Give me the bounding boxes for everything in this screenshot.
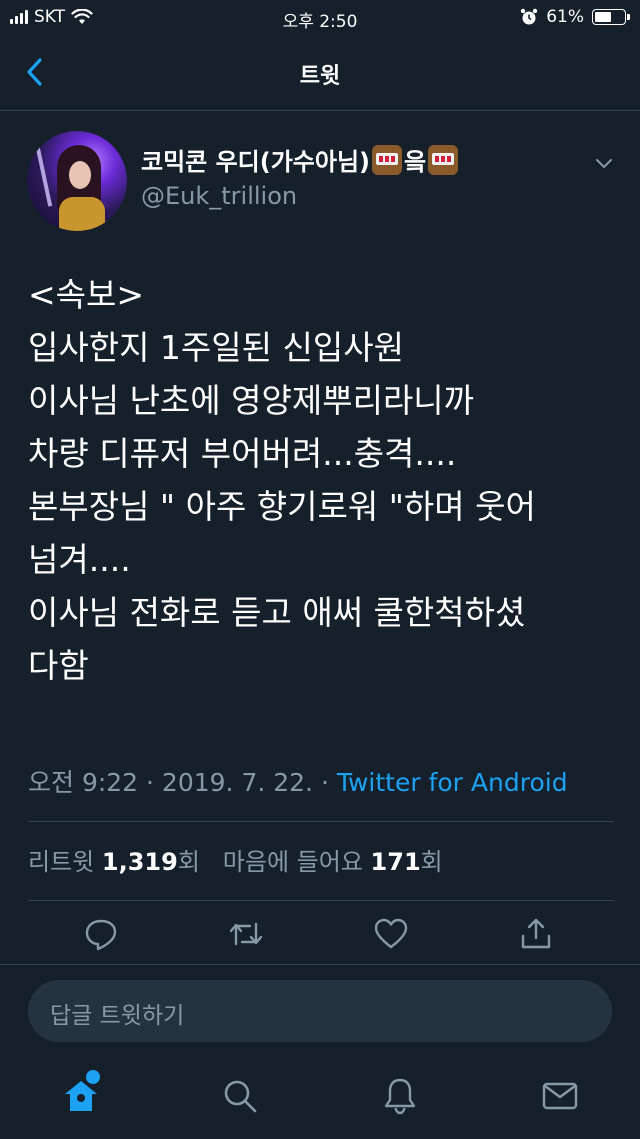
status-right: 61% bbox=[520, 7, 630, 27]
status-left: SKT bbox=[10, 7, 93, 27]
like-icon[interactable] bbox=[373, 916, 409, 952]
retweets-unit: 회 bbox=[177, 848, 200, 876]
likes-unit: 회 bbox=[420, 848, 443, 876]
page-title: 트윗 bbox=[299, 64, 341, 89]
nav-bar: 트윗 bbox=[0, 36, 640, 111]
messages-icon[interactable] bbox=[540, 1076, 580, 1116]
slot-machine-emoji-icon bbox=[428, 144, 459, 175]
author-name-text: 코믹콘 우디(가수아님) bbox=[141, 148, 371, 176]
divider bbox=[28, 900, 614, 901]
tweet-line: 입사한지 1주일된 신입사원 bbox=[28, 328, 404, 367]
tweet-meta: 오전 9:22 · 2019. 7. 22. · Twitter for And… bbox=[28, 763, 568, 799]
tweet-actions bbox=[0, 910, 640, 960]
search-icon[interactable] bbox=[220, 1076, 260, 1116]
likes-count: 171 bbox=[370, 848, 421, 876]
carrier-label: SKT bbox=[34, 7, 66, 27]
avatar[interactable] bbox=[27, 131, 127, 231]
battery-icon bbox=[592, 9, 630, 25]
retweet-icon[interactable] bbox=[228, 916, 264, 952]
retweets-stat[interactable]: 리트윗 1,319회 bbox=[28, 848, 200, 876]
share-icon[interactable] bbox=[518, 916, 554, 952]
author-name-suffix: 읔 bbox=[404, 148, 427, 176]
retweets-count: 1,319 bbox=[101, 848, 178, 876]
tweet-text: <속보> 입사한지 1주일된 신입사원 이사님 난초에 영양제뿌리라니까 차량 … bbox=[28, 268, 618, 692]
tweet-line: <속보> bbox=[28, 275, 145, 314]
tweet-line: 다함 bbox=[28, 646, 89, 685]
slot-machine-emoji-icon bbox=[372, 144, 403, 175]
likes-label: 마음에 들어요 bbox=[222, 848, 363, 876]
battery-percent: 61% bbox=[546, 7, 584, 27]
divider bbox=[28, 821, 614, 822]
author-handle[interactable]: @Euk_trillion bbox=[141, 182, 297, 210]
tweet-source-link[interactable]: Twitter for Android bbox=[337, 768, 568, 797]
alarm-icon bbox=[521, 8, 538, 25]
tweet-timestamp: 오전 9:22 · 2019. 7. 22. · bbox=[28, 768, 337, 797]
new-tweets-badge bbox=[86, 1070, 100, 1084]
retweets-label: 리트윗 bbox=[28, 848, 95, 876]
tweet-line: 이사님 난초에 영양제뿌리라니까 bbox=[28, 381, 475, 420]
divider bbox=[0, 964, 640, 965]
status-bar: SKT 오후 2:50 61% bbox=[0, 0, 640, 36]
author-display-name[interactable]: 코믹콘 우디(가수아님) 읔 bbox=[141, 142, 460, 177]
tweet-line: 이사님 전화로 듣고 애써 쿨한척하셨 bbox=[28, 593, 526, 632]
likes-stat[interactable]: 마음에 들어요 171회 bbox=[223, 848, 443, 876]
signal-icon bbox=[10, 10, 28, 24]
reply-input[interactable]: 답글 트윗하기 bbox=[28, 980, 612, 1042]
reply-placeholder: 답글 트윗하기 bbox=[50, 1003, 185, 1029]
tweet-line: 본부장님 " 아주 향기로워 "하며 웃어 bbox=[28, 487, 536, 526]
notifications-icon[interactable] bbox=[380, 1076, 420, 1116]
tweet-line: 넘겨.... bbox=[28, 540, 131, 579]
chevron-down-icon[interactable] bbox=[594, 156, 614, 170]
tweet-stats: 리트윗 1,319회 마음에 들어요 171회 bbox=[28, 842, 443, 877]
reply-icon[interactable] bbox=[83, 916, 119, 952]
wifi-icon bbox=[71, 9, 93, 24]
tweet-line: 차량 디퓨저 부어버려...충격.... bbox=[28, 434, 457, 473]
